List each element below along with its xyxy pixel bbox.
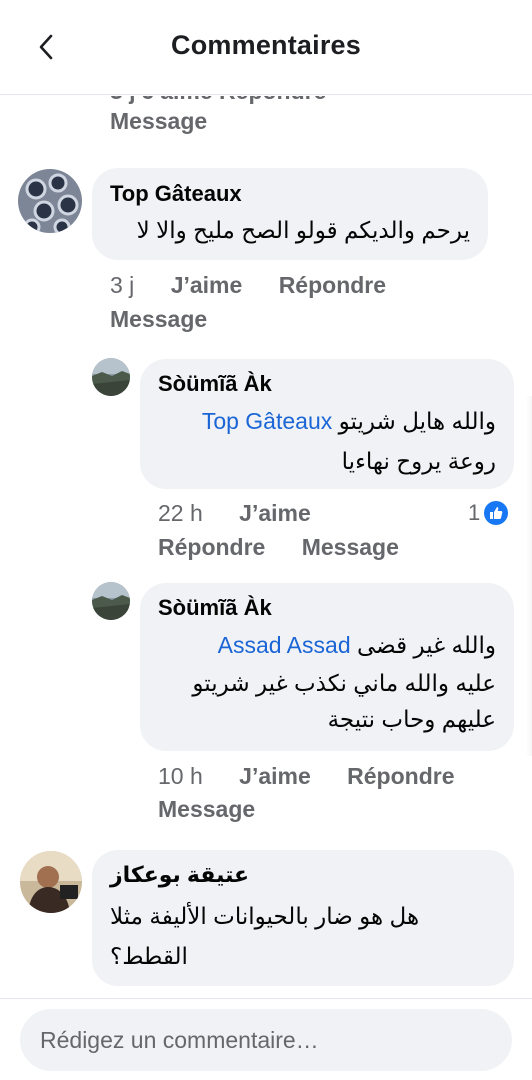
- comments-feed[interactable]: 3 j J'aime Répondre Message Top Gâteaux …: [0, 96, 532, 996]
- reply-text-line2: روعة يروح نهاءيا: [341, 448, 496, 474]
- message-link[interactable]: Message: [110, 108, 207, 135]
- comment-bubble[interactable]: عتيقة بوعكاز هل هو ضار بالحيوانات الأليف…: [92, 850, 514, 986]
- avatar[interactable]: [20, 851, 82, 913]
- comment-text-line2: القطط؟: [110, 943, 188, 969]
- reply-text-line1: والله هايل شريتو Top Gâteaux: [156, 403, 496, 439]
- previous-actions-partial: 3 j J'aime Répondre: [110, 96, 326, 105]
- avatar[interactable]: [18, 169, 82, 233]
- comment-text: يرحم والديكم قولو الصح مليح والا لا: [136, 217, 470, 243]
- message-link[interactable]: Message: [302, 534, 399, 561]
- comment-input-placeholder: Rédigez un commentaire…: [40, 1026, 319, 1053]
- message-link[interactable]: Message: [158, 796, 255, 823]
- comment-bubble[interactable]: Top Gâteaux يرحم والديكم قولو الصح مليح …: [92, 168, 488, 260]
- reply-author[interactable]: Sòümĩã Àk: [158, 595, 272, 621]
- reply-actions-row2: Message: [158, 796, 255, 823]
- avatar-image: [20, 851, 82, 913]
- reply-actions: 22 h J’aime: [158, 500, 311, 527]
- avatar-image: [18, 169, 82, 233]
- reply-time: 22 h: [158, 500, 203, 526]
- comment-author[interactable]: Top Gâteaux: [110, 181, 242, 207]
- previous-comment-actions: 3 j J'aime Répondre: [110, 96, 326, 105]
- comment-actions-row2: Message: [110, 306, 207, 333]
- mention-link[interactable]: Assad Assad: [218, 632, 351, 658]
- reply-bubble[interactable]: Sòümĩã Àk والله هايل شريتو Top Gâteaux ر…: [140, 359, 514, 489]
- reply-text-line1: والله غير قضى Assad Assad: [156, 627, 496, 663]
- like-link[interactable]: J’aime: [171, 272, 243, 299]
- avatar-image: [92, 582, 130, 620]
- top-bar: Commentaires: [0, 0, 532, 95]
- reply-text-line3: عليهم وحاب نتيجة: [327, 706, 496, 732]
- message-link[interactable]: Message: [110, 306, 207, 333]
- like-link[interactable]: J’aime: [239, 763, 311, 790]
- comment-text-line1: هل هو ضار بالحيوانات الأليفة مثلا: [110, 903, 420, 929]
- mention-link[interactable]: Top Gâteaux: [202, 408, 332, 434]
- reply-link[interactable]: Répondre: [347, 763, 454, 790]
- reply-bubble[interactable]: Sòümĩã Àk والله غير قضى Assad Assad عليه…: [140, 583, 514, 751]
- reply-link[interactable]: Répondre: [279, 272, 386, 299]
- comment-author[interactable]: عتيقة بوعكاز: [110, 862, 249, 888]
- like-link[interactable]: J’aime: [239, 500, 311, 527]
- comment-actions: 3 j J’aime Répondre: [110, 272, 386, 299]
- scroll-indicator: [526, 396, 532, 756]
- comment-composer: Rédigez un commentaire…: [0, 998, 532, 1080]
- reaction-count: 1: [468, 500, 481, 525]
- reaction-summary[interactable]: 1: [468, 500, 509, 526]
- reply-time: 10 h: [158, 763, 203, 789]
- avatar-image: [92, 358, 130, 396]
- reply-actions-row2: Répondre Message: [158, 534, 399, 561]
- avatar[interactable]: [92, 582, 130, 620]
- comment-input[interactable]: Rédigez un commentaire…: [20, 1009, 512, 1071]
- reply-text: والله هايل شريتو: [338, 408, 496, 434]
- previous-comment-message-row: Message: [110, 108, 207, 135]
- reply-author[interactable]: Sòümĩã Àk: [158, 371, 272, 397]
- reply-link[interactable]: Répondre: [158, 534, 265, 561]
- reply-text-line2: عليه والله ماني نكذب غير شريتو: [192, 670, 496, 696]
- like-thumb-icon: [484, 501, 509, 525]
- comment-time: 3 j: [110, 272, 135, 298]
- page-title: Commentaires: [171, 30, 361, 60]
- avatar[interactable]: [92, 358, 130, 396]
- reply-text: والله غير قضى: [357, 632, 496, 658]
- reply-actions: 10 h J’aime Répondre: [158, 763, 455, 790]
